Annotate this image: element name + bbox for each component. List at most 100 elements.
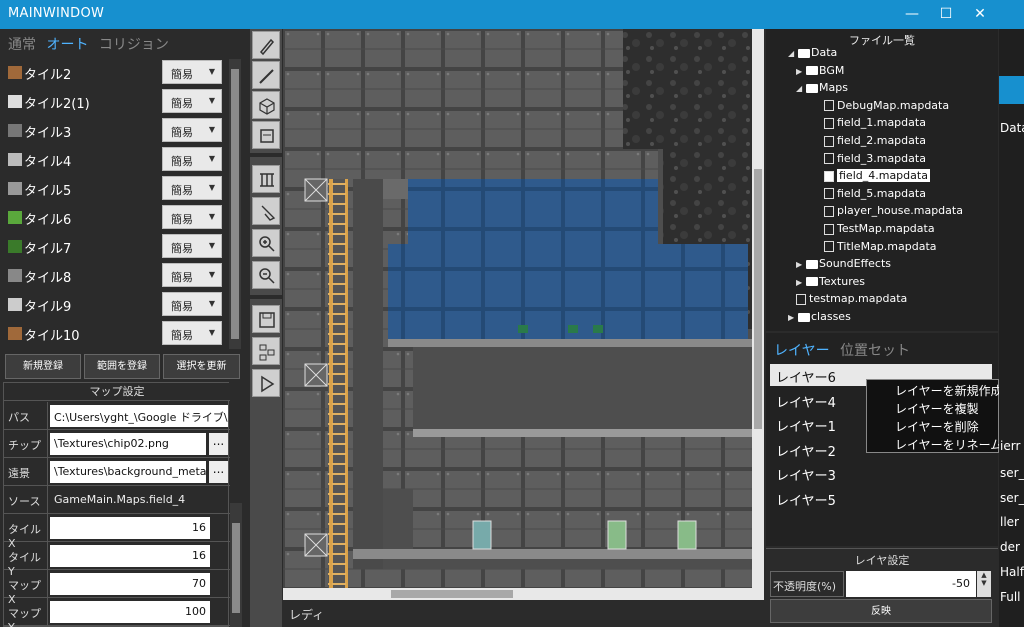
tile-mode-dropdown[interactable]: 簡易 ▼ [162,118,222,142]
canvas-vscroll[interactable] [752,29,764,588]
tile-list-scrollbar[interactable] [229,59,241,349]
menu-duplicate-layer[interactable]: レイヤーを複製 [895,400,979,417]
folder-node[interactable]: ◢ Data [788,46,837,62]
zoom-in-icon [259,236,275,252]
folder-node[interactable]: ▶ BGM [796,64,844,80]
expand-arrow-icon[interactable]: ▶ [788,313,798,322]
tile-mode-dropdown[interactable]: 簡易 ▼ [162,205,222,229]
play-tool[interactable] [252,369,280,397]
canvas-hscroll-thumb[interactable] [391,590,513,598]
file-node[interactable]: field_1.mapdata [824,116,926,132]
tile-mode-dropdown[interactable]: 簡易 ▼ [162,234,222,258]
layers-tool[interactable] [252,337,280,365]
tile-row[interactable]: タイル3 簡易 ▼ [6,118,228,144]
fill-tool[interactable] [252,197,280,225]
stamp-tool[interactable] [252,121,280,149]
map-render[interactable] [283,29,764,588]
expand-arrow-icon[interactable]: ▶ [796,278,806,287]
tilex-field[interactable]: 16 [50,517,210,539]
apply-button[interactable]: 反映 [770,599,992,623]
menu-rename-layer[interactable]: レイヤーをリネーム [895,436,1002,453]
file-node[interactable]: field_4.mapdata [824,169,930,185]
file-node[interactable]: DebugMap.mapdata [824,99,949,115]
expand-arrow-icon[interactable]: ▶ [796,260,806,269]
layer-item[interactable]: レイヤー5 [770,487,992,509]
tab-auto[interactable]: オート [46,37,88,53]
map-settings-scrollbar[interactable] [230,503,242,627]
cube-tool[interactable] [252,91,280,119]
tile-row[interactable]: タイル9 簡易 ▼ [6,292,228,318]
expand-arrow-icon[interactable]: ◢ [788,49,798,58]
tile-name: タイル10 [24,329,80,344]
chip-browse-button[interactable]: ... [209,433,228,455]
layer-context-menu: レイヤーを新規作成 レイヤーを複製 レイヤーを削除 レイヤーをリネーム [866,379,1003,453]
folder-node[interactable]: ▶ Textures [796,275,865,291]
register-button[interactable]: 新規登録 [5,354,81,379]
tile-mode-dropdown[interactable]: 簡易 ▼ [162,147,222,171]
node-label: field_2.mapdata [837,134,926,147]
tab-layers[interactable]: レイヤー [774,343,830,359]
save-tool[interactable] [252,305,280,333]
tile-row[interactable]: タイル2(1) 簡易 ▼ [6,89,228,115]
tile-mode-dropdown[interactable]: 簡易 ▼ [162,60,222,84]
tile-row[interactable]: タイル6 簡易 ▼ [6,205,228,231]
line-tool[interactable] [252,61,280,89]
tile-mode-dropdown[interactable]: 簡易 ▼ [162,321,222,345]
background-field[interactable]: \Textures\background_metal [50,461,206,483]
tab-collision[interactable]: コリジョン [99,37,169,53]
canvas-vscroll-thumb[interactable] [754,169,762,429]
folder-node[interactable]: ▶ classes [788,310,851,326]
mapx-field[interactable]: 70 [50,573,210,595]
file-node[interactable]: field_2.mapdata [824,134,926,150]
tile-mode-dropdown[interactable]: 簡易 ▼ [162,89,222,113]
tile-row[interactable]: タイル8 簡易 ▼ [6,263,228,289]
file-node[interactable]: TitleMap.mapdata [824,240,937,256]
maximize-button[interactable]: ☐ [933,3,959,25]
file-node[interactable]: TestMap.mapdata [824,222,935,238]
tile-name: タイル4 [24,155,72,170]
folder-node[interactable]: ◢ Maps [796,81,848,97]
opacity-field[interactable]: -50 [846,571,976,597]
file-node[interactable]: player_house.mapdata [824,204,963,220]
tile-mode-dropdown[interactable]: 簡易 ▼ [162,292,222,316]
map-canvas[interactable] [283,29,764,588]
zoom-out-tool[interactable] [252,261,280,289]
tile-row[interactable]: タイル4 簡易 ▼ [6,147,228,173]
expand-arrow-icon[interactable]: ◢ [796,84,806,93]
tile-mode-dropdown[interactable]: 簡易 ▼ [162,176,222,200]
update-selection-button[interactable]: 選択を更新 [163,354,240,379]
file-node[interactable]: field_3.mapdata [824,152,926,168]
register-range-button[interactable]: 範囲を登録 [84,354,160,379]
minimize-button[interactable]: — [899,3,925,25]
fence-tool[interactable] [252,165,280,193]
brush-icon [259,69,274,84]
close-button[interactable]: ✕ [967,3,993,25]
folder-node[interactable]: ▶ SoundEffects [796,257,891,273]
file-node[interactable]: testmap.mapdata [796,292,907,308]
mapy-field[interactable]: 100 [50,601,210,623]
opacity-spinner[interactable]: ▲ ▼ [977,571,991,597]
file-node[interactable]: field_5.mapdata [824,187,926,203]
tab-normal[interactable]: 通常 [8,37,36,53]
zoom-in-tool[interactable] [252,229,280,257]
tiley-field[interactable]: 16 [50,545,210,567]
tile-row[interactable]: タイル5 簡易 ▼ [6,176,228,202]
canvas-hscroll[interactable] [283,588,764,600]
tile-list-scroll-thumb[interactable] [231,69,239,339]
background-window-titlebar[interactable] [999,76,1024,104]
chip-field[interactable]: \Textures\chip02.png [50,433,206,455]
expand-arrow-icon[interactable]: ▶ [796,67,806,76]
tab-position-set[interactable]: 位置セット [840,343,910,359]
menu-delete-layer[interactable]: レイヤーを削除 [895,418,979,435]
background-browse-button[interactable]: ... [209,461,228,483]
map-settings-scroll-thumb[interactable] [232,523,240,613]
layer-item[interactable]: レイヤー3 [770,462,992,484]
tile-row[interactable]: タイル7 簡易 ▼ [6,234,228,260]
path-field[interactable]: C:\Users\yght_\Google ドライブ\Ga [50,405,228,427]
tile-row[interactable]: タイル2 簡易 ▼ [6,60,228,86]
background-window[interactable]: Data ierr ser_L ser_Fller der Half Full [999,29,1024,627]
tile-mode-dropdown[interactable]: 簡易 ▼ [162,263,222,287]
menu-new-layer[interactable]: レイヤーを新規作成 [895,382,1003,399]
pencil-tool[interactable] [252,31,280,59]
tile-row[interactable]: タイル10 簡易 ▼ [6,321,228,347]
